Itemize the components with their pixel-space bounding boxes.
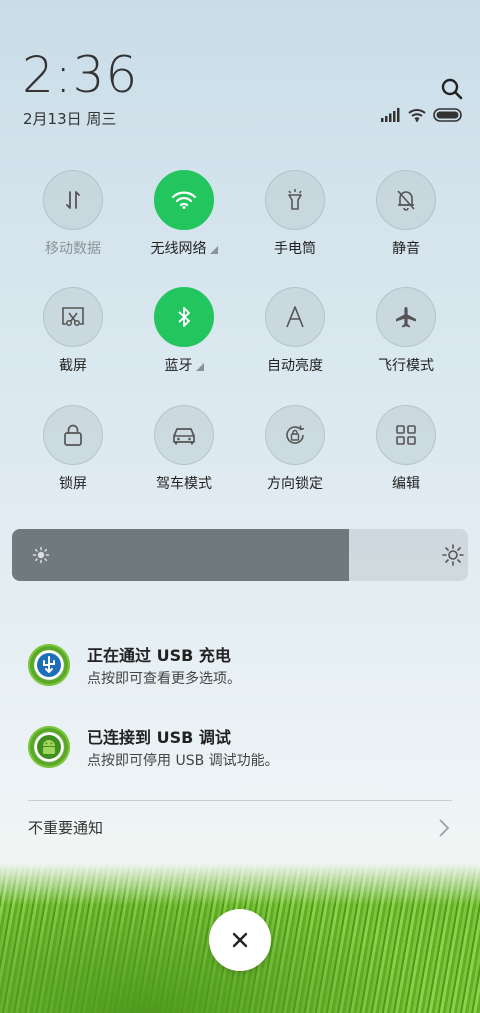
mobile-data-icon[interactable] — [43, 170, 103, 230]
tile-label: 飞行模式 — [378, 358, 434, 374]
mute-bell-icon[interactable] — [376, 170, 436, 230]
flashlight-icon[interactable] — [265, 170, 325, 230]
notification-usb-charging[interactable]: 正在通过 USB 充电 点按即可查看更多选项。 — [28, 642, 458, 698]
tile-auto-brightness[interactable]: 自动亮度 — [239, 287, 351, 375]
tile-label: 锁屏 — [59, 476, 87, 492]
search-icon[interactable] — [440, 77, 464, 101]
bluetooth-icon[interactable] — [154, 287, 214, 347]
clock: 2:36 — [22, 46, 139, 104]
close-button[interactable] — [209, 909, 271, 971]
tile-lock[interactable]: 锁屏 — [17, 405, 129, 493]
expand-triangle-icon[interactable] — [195, 363, 204, 371]
unimportant-notifications-link[interactable]: 不重要通知 — [28, 817, 103, 838]
brightness-high-icon — [442, 544, 464, 566]
divider — [28, 800, 452, 801]
android-debug-icon — [28, 726, 70, 768]
tile-label: 移动数据 — [45, 241, 101, 257]
wifi-icon[interactable] — [154, 170, 214, 230]
battery-icon — [433, 108, 462, 122]
notification-body: 点按即可查看更多选项。 — [87, 671, 241, 687]
tile-flashlight[interactable]: 手电筒 — [239, 170, 351, 258]
brightness-low-icon — [32, 546, 50, 564]
tile-car[interactable]: 驾车模式 — [128, 405, 240, 493]
expand-triangle-icon[interactable] — [209, 246, 218, 254]
status-icons — [381, 108, 463, 122]
notification-usb-debugging[interactable]: 已连接到 USB 调试 点按即可停用 USB 调试功能。 — [28, 724, 458, 780]
tile-mute-bell[interactable]: 静音 — [350, 170, 462, 258]
tile-label: 编辑 — [392, 476, 420, 492]
screenshot-icon[interactable] — [43, 287, 103, 347]
chevron-right-icon[interactable] — [438, 818, 450, 838]
tile-label: 驾车模式 — [156, 476, 212, 492]
tile-grid-edit[interactable]: 编辑 — [350, 405, 462, 493]
rotation-lock-icon[interactable] — [265, 405, 325, 465]
auto-brightness-icon[interactable] — [265, 287, 325, 347]
wifi-icon — [408, 109, 426, 122]
tile-label: 手电筒 — [274, 241, 316, 257]
close-icon — [232, 932, 248, 948]
airplane-icon[interactable] — [376, 287, 436, 347]
tile-wifi[interactable]: 无线网络 — [128, 170, 240, 258]
tile-label: 自动亮度 — [267, 358, 323, 374]
notification-body: 点按即可停用 USB 调试功能。 — [87, 753, 279, 769]
tile-label: 静音 — [392, 241, 420, 257]
brightness-slider[interactable] — [12, 529, 468, 581]
tile-bluetooth[interactable]: 蓝牙 — [128, 287, 240, 375]
tile-label: 无线网络 — [128, 240, 240, 258]
tile-label: 蓝牙 — [128, 357, 240, 375]
car-icon[interactable] — [154, 405, 214, 465]
signal-icon — [381, 108, 400, 122]
tile-rotation-lock[interactable]: 方向锁定 — [239, 405, 351, 493]
tile-label: 截屏 — [59, 358, 87, 374]
notification-title: 已连接到 USB 调试 — [87, 728, 231, 747]
usb-icon — [28, 644, 70, 686]
tile-airplane[interactable]: 飞行模式 — [350, 287, 462, 375]
notification-title: 正在通过 USB 充电 — [87, 646, 231, 665]
grid-edit-icon[interactable] — [376, 405, 436, 465]
date: 2月13日 周三 — [23, 110, 117, 128]
lock-icon[interactable] — [43, 405, 103, 465]
tile-screenshot[interactable]: 截屏 — [17, 287, 129, 375]
tile-mobile-data[interactable]: 移动数据 — [17, 170, 129, 258]
brightness-fill — [12, 529, 350, 581]
tile-label: 方向锁定 — [267, 476, 323, 492]
